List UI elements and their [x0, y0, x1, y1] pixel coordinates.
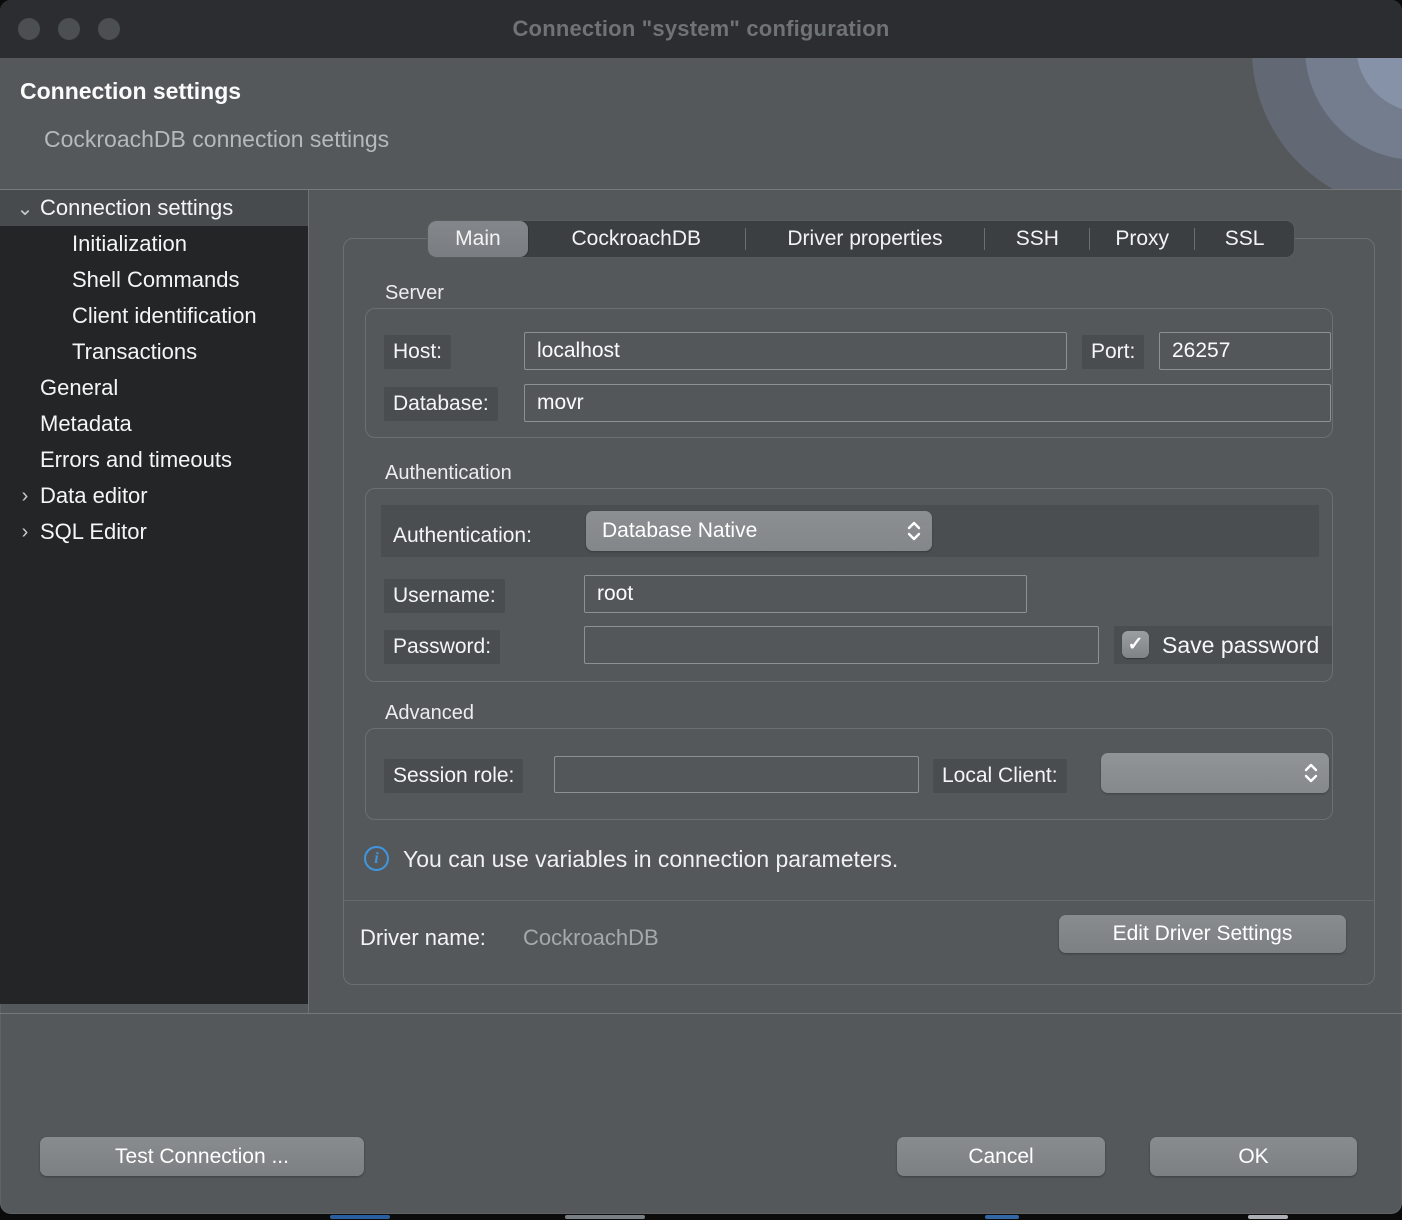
local-client-select[interactable]	[1101, 753, 1329, 793]
updown-chevrons-icon	[1303, 762, 1319, 784]
port-label: Port:	[1082, 335, 1144, 369]
tab-ssl[interactable]: SSL	[1195, 221, 1294, 257]
tree-item-shell-commands[interactable]: Shell Commands	[0, 262, 308, 298]
background-fragment	[985, 1215, 1019, 1219]
tab-ssh[interactable]: SSH	[985, 221, 1089, 257]
database-input[interactable]	[524, 384, 1331, 422]
info-icon-glyph: i	[374, 850, 378, 868]
ok-button[interactable]: OK	[1150, 1137, 1357, 1176]
decorative-arcs	[1212, 58, 1402, 189]
authentication-select[interactable]: Database Native	[586, 511, 932, 551]
info-icon: i	[364, 846, 389, 871]
save-password-checkbox[interactable]: ✓	[1122, 631, 1149, 658]
session-role-input[interactable]	[554, 756, 919, 793]
driver-name-label: Driver name:	[360, 925, 486, 951]
advanced-group-title: Advanced	[385, 702, 474, 725]
updown-chevrons-icon	[906, 520, 922, 542]
tab-label: Proxy	[1115, 227, 1169, 251]
cancel-button[interactable]: Cancel	[897, 1137, 1105, 1176]
minimize-window-icon[interactable]	[58, 18, 80, 40]
chevron-right-icon[interactable]: ›	[10, 521, 40, 544]
chevron-right-icon[interactable]: ›	[10, 485, 40, 508]
title-bar: Connection "system" configuration	[0, 0, 1402, 58]
save-password-label[interactable]: Save password	[1162, 632, 1332, 659]
test-connection-button[interactable]: Test Connection ...	[40, 1137, 364, 1176]
sidebar-divider	[308, 190, 309, 1013]
tab-proxy[interactable]: Proxy	[1090, 221, 1194, 257]
authentication-select-value: Database Native	[602, 519, 757, 543]
tree-item-label: SQL Editor	[40, 519, 147, 545]
tab-label: CockroachDB	[571, 227, 701, 251]
password-label: Password:	[384, 630, 500, 664]
footer-divider	[0, 1013, 1402, 1014]
tree-item-label: Client identification	[72, 303, 257, 329]
close-window-icon[interactable]	[18, 18, 40, 40]
settings-tree: ⌄ Connection settings Initialization She…	[0, 190, 308, 1004]
authentication-group-title: Authentication	[385, 462, 512, 485]
database-label: Database:	[384, 387, 498, 421]
local-client-label: Local Client:	[933, 759, 1067, 793]
port-input[interactable]	[1159, 332, 1331, 370]
server-group: Host: Port: Database:	[365, 308, 1333, 438]
advanced-group: Session role: Local Client:	[365, 728, 1333, 820]
tree-item-label: General	[40, 375, 118, 401]
server-group-title: Server	[385, 282, 444, 305]
tab-label: SSH	[1016, 227, 1059, 251]
username-input[interactable]	[584, 575, 1027, 613]
tree-item-label: Shell Commands	[72, 267, 240, 293]
tree-item-errors-and-timeouts[interactable]: Errors and timeouts	[0, 442, 308, 478]
window-title: Connection "system" configuration	[512, 16, 889, 42]
connection-tabs: Main CockroachDB Driver properties SSH P…	[427, 220, 1295, 258]
tab-label: SSL	[1225, 227, 1265, 251]
header-title: Connection settings	[20, 78, 241, 105]
tab-label: Main	[455, 227, 501, 251]
tab-cockroachdb[interactable]: CockroachDB	[528, 221, 745, 257]
username-label: Username:	[384, 579, 505, 613]
tree-item-metadata[interactable]: Metadata	[0, 406, 308, 442]
tree-item-transactions[interactable]: Transactions	[0, 334, 308, 370]
password-input[interactable]	[584, 626, 1099, 664]
tree-item-label: Errors and timeouts	[40, 447, 232, 473]
check-icon: ✓	[1128, 633, 1144, 656]
tree-item-connection-settings[interactable]: ⌄ Connection settings	[0, 190, 308, 226]
tree-item-label: Metadata	[40, 411, 132, 437]
zoom-window-icon[interactable]	[98, 18, 120, 40]
tree-item-label: Transactions	[72, 339, 197, 365]
dialog-header: Connection settings CockroachDB connecti…	[0, 58, 1402, 190]
background-fragment	[565, 1215, 645, 1219]
background-fragment	[330, 1215, 390, 1219]
edit-driver-settings-button[interactable]: Edit Driver Settings	[1059, 915, 1346, 953]
background-fragment	[1248, 1215, 1288, 1219]
tab-driver-properties[interactable]: Driver properties	[746, 221, 985, 257]
tree-item-client-identification[interactable]: Client identification	[0, 298, 308, 334]
tree-item-sql-editor[interactable]: › SQL Editor	[0, 514, 308, 550]
session-role-label: Session role:	[384, 759, 523, 793]
tree-item-label: Data editor	[40, 483, 148, 509]
info-message: You can use variables in connection para…	[403, 846, 898, 873]
driver-name-value: CockroachDB	[523, 925, 659, 951]
tab-label: Driver properties	[787, 227, 942, 251]
tab-main[interactable]: Main	[428, 221, 528, 257]
authentication-label: Authentication:	[384, 519, 541, 553]
tree-item-general[interactable]: General	[0, 370, 308, 406]
tree-item-label: Initialization	[72, 231, 187, 257]
host-input[interactable]	[524, 332, 1067, 370]
host-label: Host:	[384, 335, 451, 369]
traffic-lights	[18, 18, 120, 40]
chevron-down-icon[interactable]: ⌄	[10, 196, 40, 221]
tree-item-data-editor[interactable]: › Data editor	[0, 478, 308, 514]
connection-config-dialog: Connection "system" configuration Connec…	[0, 0, 1402, 1214]
tree-item-label: Connection settings	[40, 195, 233, 221]
authentication-group: Authentication: Database Native Username…	[365, 488, 1333, 682]
header-subtitle: CockroachDB connection settings	[44, 126, 389, 153]
driver-row-separator	[344, 900, 1374, 901]
tree-item-initialization[interactable]: Initialization	[0, 226, 308, 262]
